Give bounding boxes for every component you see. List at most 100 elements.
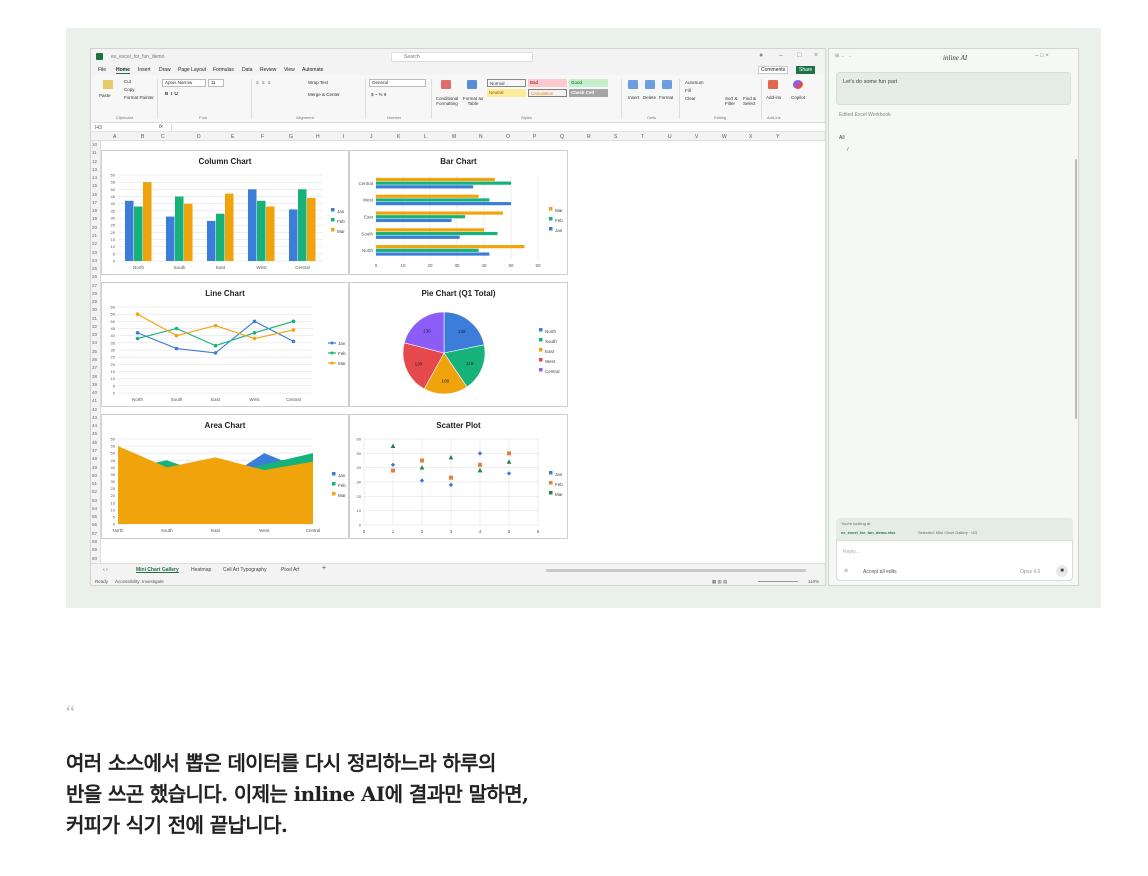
bar-chart[interactable]: Bar Chart 0 10 20 30 40 50 60 Central West East Sou… [349, 150, 568, 275]
row-header[interactable]: 26 [92, 274, 97, 279]
sort-filter-button[interactable]: Sort & Filter [725, 96, 741, 106]
row-header[interactable]: 34 [92, 340, 97, 345]
reply-input[interactable]: Reply... [843, 549, 860, 555]
font-size-select[interactable]: 11 [208, 79, 224, 87]
row-header[interactable]: 51 [92, 481, 97, 486]
column-chart[interactable]: Column Chart 0 5 10 15 20 25 30 35 40 45 50 55 60 Nort… [101, 150, 349, 275]
number-format-select[interactable]: General [369, 79, 426, 87]
row-header[interactable]: 39 [92, 382, 97, 387]
column-header[interactable]: I [343, 134, 344, 140]
copy-button[interactable]: Copy [124, 87, 135, 92]
row-header[interactable]: 57 [92, 531, 97, 536]
name-box[interactable]: I43 [95, 125, 102, 131]
row-header[interactable]: 15 [92, 183, 97, 188]
column-header[interactable]: M [452, 134, 456, 140]
row-header[interactable]: 42 [92, 407, 97, 412]
stop-icon[interactable]: ■ [1056, 565, 1068, 577]
row-header[interactable]: 32 [92, 324, 97, 329]
column-header[interactable]: Y [776, 134, 779, 140]
tab-review[interactable]: Review [260, 67, 276, 73]
accept-all-edits-button[interactable]: Accept all edits [863, 569, 897, 575]
comments-button[interactable]: Comments [758, 66, 789, 74]
tab-formulas[interactable]: Formulas [213, 67, 234, 73]
close-icon[interactable]: × [814, 52, 818, 59]
row-header[interactable]: 11 [92, 150, 97, 155]
formula-input[interactable] [171, 124, 821, 131]
search-input[interactable]: Search [391, 52, 533, 62]
pie-chart[interactable]: Pie Chart (Q1 Total) 135 116 108 130 130 North… [349, 282, 568, 407]
row-header[interactable]: 14 [92, 175, 97, 180]
bold-button[interactable]: B I U [165, 91, 178, 96]
row-header[interactable]: 55 [92, 514, 97, 519]
row-header[interactable]: 22 [92, 241, 97, 246]
column-header[interactable]: R [587, 134, 591, 140]
conditional-formatting-button[interactable]: Conditional Formatting [433, 96, 461, 106]
column-header[interactable]: V [695, 134, 698, 140]
model-selector[interactable]: Opus 4.6 [1020, 569, 1040, 575]
attach-icon[interactable]: ⊘ [844, 568, 848, 574]
column-header[interactable]: H [316, 134, 320, 140]
number-format-icons[interactable]: $ ~ % 9 [371, 92, 386, 97]
row-header[interactable]: 19 [92, 216, 97, 221]
row-header[interactable]: 40 [92, 390, 97, 395]
row-header[interactable]: 20 [92, 225, 97, 230]
row-header[interactable]: 46 [92, 440, 97, 445]
line-chart[interactable]: Line Chart 0 5 10 15 20 25 30 35 40 45 50 55 60 North S… [101, 282, 349, 407]
row-header[interactable]: 33 [92, 332, 97, 337]
row-header[interactable]: 41 [92, 398, 97, 403]
row-header[interactable]: 58 [92, 539, 97, 544]
column-header[interactable]: D [197, 134, 201, 140]
column-header[interactable]: E [231, 134, 234, 140]
scatter-chart[interactable]: Scatter Plot 0 10 20 30 40 50 60 0 1 2 3 4 5 6 Jan Feb Ma… [349, 414, 568, 539]
sheet-tab-heatmap[interactable]: Heatmap [191, 567, 211, 573]
row-header[interactable]: 43 [92, 415, 97, 420]
row-header[interactable]: 36 [92, 357, 97, 362]
format-cells-icon[interactable] [662, 80, 672, 89]
worksheet-grid[interactable]: Column Chart 0 5 10 15 20 25 30 35 40 45 50 55 60 Nort… [101, 141, 825, 563]
row-header[interactable]: 35 [92, 349, 97, 354]
row-header[interactable]: 23 [92, 250, 97, 255]
row-header[interactable]: 50 [92, 473, 97, 478]
style-good[interactable]: Good [569, 79, 608, 87]
delete-cells-icon[interactable] [645, 80, 655, 89]
delete-cells-button[interactable]: Delete [643, 95, 656, 100]
tab-data[interactable]: Data [242, 67, 253, 73]
row-header[interactable]: 37 [92, 365, 97, 370]
style-neutral[interactable]: Neutral [487, 89, 526, 97]
merge-center-button[interactable]: Merge & Center [308, 92, 340, 97]
row-header[interactable]: 48 [92, 456, 97, 461]
horizontal-scrollbar[interactable] [546, 569, 806, 572]
format-as-table-button[interactable]: Format as Table [461, 96, 485, 106]
row-header[interactable]: 28 [92, 291, 97, 296]
align-icons[interactable]: ≡ ≡ ≡ [256, 80, 271, 85]
row-header[interactable]: 17 [92, 200, 97, 205]
column-header[interactable]: L [424, 134, 427, 140]
conditional-formatting-icon[interactable] [441, 80, 451, 89]
tab-home[interactable]: Home [116, 67, 130, 74]
row-header[interactable]: 44 [92, 423, 97, 428]
row-header[interactable]: 52 [92, 489, 97, 494]
format-as-table-icon[interactable] [467, 80, 477, 89]
tab-file[interactable]: File [98, 67, 106, 73]
view-mode-icons[interactable]: ▦ ▥ ▤ [712, 579, 727, 585]
row-header[interactable]: 53 [92, 498, 97, 503]
panel-menu-icon[interactable]: ⊞ ← → [835, 53, 852, 59]
row-header[interactable]: 25 [92, 266, 97, 271]
column-header[interactable]: G [289, 134, 293, 140]
column-header[interactable]: T [641, 134, 644, 140]
row-header[interactable]: 13 [92, 167, 97, 172]
row-header[interactable]: 38 [92, 374, 97, 379]
column-header[interactable]: X [749, 134, 752, 140]
cut-button[interactable]: Cut [124, 79, 131, 84]
panel-window-controls-icon[interactable]: – □ × [1035, 53, 1049, 59]
style-check-cell[interactable]: Check Cell [569, 89, 608, 97]
format-painter-button[interactable]: Format Painter [124, 95, 154, 100]
row-header[interactable]: 49 [92, 465, 97, 470]
column-header[interactable]: N [479, 134, 483, 140]
row-header[interactable]: 31 [92, 316, 97, 321]
column-header[interactable]: O [506, 134, 510, 140]
fill-button[interactable]: Fill [685, 88, 691, 93]
row-header[interactable]: 16 [92, 192, 97, 197]
row-header[interactable]: 12 [92, 159, 97, 164]
column-header[interactable]: K [397, 134, 400, 140]
